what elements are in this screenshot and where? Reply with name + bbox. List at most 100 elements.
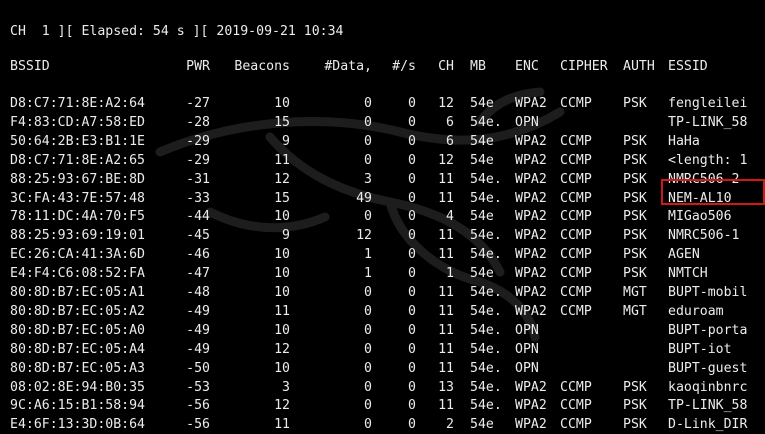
cell-data: 0 xyxy=(364,360,372,376)
cell-data: 0 xyxy=(364,322,372,338)
cell-beacons: 10 xyxy=(274,285,290,300)
cell-enc: OPN xyxy=(515,114,539,130)
cell-auth: PSK xyxy=(623,190,647,206)
cell-mb: 54e xyxy=(470,417,494,433)
cell-cipher: CCMP xyxy=(560,152,592,168)
cell-essid: TP-LINK_58 xyxy=(668,398,748,414)
cell-beacons: 11 xyxy=(274,152,290,168)
table-row: 3C:FA:43:7E:57:48 -33 15 49 0 11 54e. WPA2 CCMP P… xyxy=(0,191,765,207)
cell-mb: 54e xyxy=(470,96,494,111)
cell-ch: 11 xyxy=(438,247,454,263)
cell-rate: 0 xyxy=(408,303,416,319)
essid-highlight-box xyxy=(661,179,765,205)
cell-bssid: 08:02:8E:94:B0:35 xyxy=(10,379,145,395)
cell-essid: fengleilei xyxy=(668,96,748,111)
cell-mb: 54e. xyxy=(470,341,502,357)
cell-mb: 54e xyxy=(470,133,494,149)
cell-data: 1 xyxy=(364,266,372,282)
cell-bssid: E4:6F:13:3D:0B:64 xyxy=(10,417,145,433)
cell-data: 0 xyxy=(364,114,372,130)
cell-essid: NMTCH xyxy=(668,266,708,282)
table-row: 80:8D:B7:EC:05:A3 -50 10 0 0 11 54e. OPN BUPT-gu… xyxy=(0,361,765,377)
cell-bssid: 50:64:2B:E3:B1:1E xyxy=(10,133,145,149)
cell-rate: 0 xyxy=(408,247,416,263)
table-row: 50:64:2B:E3:B1:1E -29 9 0 0 6 54e WPA2 CCMP PSK Ha… xyxy=(0,134,765,150)
cell-essid: BUPT-porta xyxy=(668,322,748,338)
cell-auth: PSK xyxy=(623,96,647,111)
cell-mb: 54e. xyxy=(470,360,502,376)
cell-auth: PSK xyxy=(623,417,647,433)
column-header-beacons: Beacons xyxy=(234,59,290,74)
terminal-window[interactable]: CH 1 ][ Elapsed: 54 s ][ 2019-09-21 10:3… xyxy=(0,0,765,434)
cell-enc: WPA2 xyxy=(515,285,547,300)
cell-pwr: -49 xyxy=(186,341,210,357)
cell-mb: 54e xyxy=(470,152,494,168)
cell-cipher: CCMP xyxy=(560,209,592,225)
cell-data: 12 xyxy=(356,228,372,244)
cell-bssid: D8:C7:71:8E:A2:65 xyxy=(10,152,145,168)
cell-beacons: 10 xyxy=(274,322,290,338)
table-row: 80:8D:B7:EC:05:A0 -49 10 0 0 11 54e. OPN BUPT-po… xyxy=(0,323,765,339)
cell-auth: MGT xyxy=(623,285,647,300)
cell-data: 0 xyxy=(364,152,372,168)
table-row: E4:6F:13:3D:0B:64 -56 11 0 0 2 54e WPA2 CCMP PSK D… xyxy=(0,417,765,433)
cell-enc: WPA2 xyxy=(515,398,547,414)
table-row: 88:25:93:69:19:01 -45 9 12 0 11 54e. WPA2 CCMP PS… xyxy=(0,228,765,244)
column-header-essid: ESSID xyxy=(668,59,708,74)
cell-rate: 0 xyxy=(408,285,416,300)
cell-bssid: EC:26:CA:41:3A:6D xyxy=(10,247,145,263)
cell-bssid: 88:25:93:67:BE:8D xyxy=(10,171,145,187)
cell-cipher: CCMP xyxy=(560,133,592,149)
column-header-enc: ENC xyxy=(515,59,539,74)
cell-rate: 0 xyxy=(408,133,416,149)
cell-mb: 54e. xyxy=(470,303,502,319)
status-line: CH 1 ][ Elapsed: 54 s ][ 2019-09-21 10:3… xyxy=(10,24,344,39)
cell-pwr: -56 xyxy=(186,398,210,414)
cell-rate: 0 xyxy=(408,360,416,376)
cell-rate: 0 xyxy=(408,417,416,433)
cell-mb: 54e xyxy=(470,266,494,282)
cell-auth: PSK xyxy=(623,152,647,168)
cell-cipher: CCMP xyxy=(560,417,592,433)
cell-beacons: 11 xyxy=(274,417,290,433)
cell-ch: 11 xyxy=(438,303,454,319)
cell-auth: PSK xyxy=(623,247,647,263)
cell-data: 49 xyxy=(356,190,372,206)
cell-ch: 11 xyxy=(438,360,454,376)
cell-beacons: 3 xyxy=(282,379,290,395)
cell-bssid: E4:F4:C6:08:52:FA xyxy=(10,266,145,282)
cell-bssid: 80:8D:B7:EC:05:A3 xyxy=(10,360,145,376)
cell-ch: 4 xyxy=(446,209,454,225)
column-header-rate: #/s xyxy=(392,59,416,74)
cell-pwr: -53 xyxy=(186,379,210,395)
cell-enc: OPN xyxy=(515,360,539,376)
cell-cipher: CCMP xyxy=(560,379,592,395)
cell-essid: NMRC506-1 xyxy=(668,228,740,244)
cell-pwr: -46 xyxy=(186,247,210,263)
cell-data: 0 xyxy=(364,341,372,357)
cell-essid: AGEN xyxy=(668,247,700,263)
cell-enc: WPA2 xyxy=(515,266,547,282)
table-row: D8:C7:71:8E:A2:65 -29 11 0 0 12 54e WPA2 CCMP PSK… xyxy=(0,153,765,169)
cell-enc: OPN xyxy=(515,341,539,357)
cell-data: 1 xyxy=(364,247,372,263)
cell-enc: WPA2 xyxy=(515,247,547,263)
cell-auth: PSK xyxy=(623,398,647,414)
cell-ch: 11 xyxy=(438,285,454,300)
cell-cipher: CCMP xyxy=(560,285,592,300)
cell-enc: OPN xyxy=(515,322,539,338)
cell-beacons: 11 xyxy=(274,303,290,319)
table-row: 78:11:DC:4A:70:F5 -44 10 0 0 4 54e WPA2 CCMP PSK M… xyxy=(0,209,765,225)
cell-beacons: 10 xyxy=(274,247,290,263)
cell-bssid: 80:8D:B7:EC:05:A2 xyxy=(10,303,145,319)
cell-pwr: -28 xyxy=(186,114,210,130)
table-row: F4:83:CD:A7:58:ED -28 15 0 0 6 54e. OPN TP-LINK_… xyxy=(0,115,765,131)
cell-enc: WPA2 xyxy=(515,303,547,319)
cell-enc: WPA2 xyxy=(515,133,547,149)
cell-beacons: 9 xyxy=(282,133,290,149)
table-row: E4:F4:C6:08:52:FA -47 10 1 0 1 54e WPA2 CCMP PSK N… xyxy=(0,266,765,282)
cell-enc: WPA2 xyxy=(515,96,547,111)
cell-pwr: -44 xyxy=(186,209,210,225)
cell-cipher: CCMP xyxy=(560,303,592,319)
cell-bssid: 80:8D:B7:EC:05:A1 xyxy=(10,285,145,300)
